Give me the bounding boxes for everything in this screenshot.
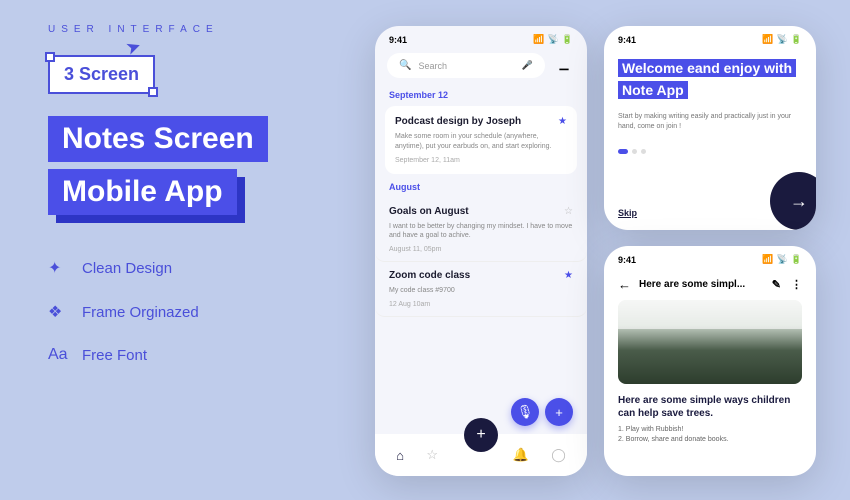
voice-note-button[interactable]: 🎙 <box>511 398 539 426</box>
note-detail-body: 1. Play with Rubbish! 2. Borrow, share a… <box>604 426 816 443</box>
phone-note-detail: 9:41 📶 📡🔋 ← Here are some simpl... ✎ ⋮ Her… <box>604 246 816 476</box>
onboarding-headline: Welcome eand enjoy with Note App <box>618 59 796 99</box>
screen-count-badge: ➤ 3 Screen <box>48 55 155 94</box>
note-body: I want to be better by changing my minds… <box>389 222 573 242</box>
onboarding-subtitle: Start by making writing easily and pract… <box>618 112 802 133</box>
status-bar: 9:41 📶 📡🔋 <box>604 26 816 53</box>
battery-icon: 🔋 <box>791 34 802 45</box>
filter-button[interactable]: ⚊ <box>553 53 575 78</box>
battery-icon: 🔋 <box>562 34 573 45</box>
battery-icon: 🔋 <box>791 254 802 265</box>
status-bar: 9:41 📶 📡🔋 <box>375 26 587 53</box>
title-line-2: Mobile App <box>48 169 237 215</box>
nav-notifications[interactable]: 🔔 <box>513 447 529 463</box>
note-date: 12 Aug 10am <box>389 301 573 308</box>
search-placeholder: Search <box>418 61 447 71</box>
signal-icon: 📶 <box>533 34 544 45</box>
note-card[interactable]: Podcast design by Joseph ★ Make some room… <box>385 106 577 174</box>
feature-free-font: AaFree Font <box>48 346 348 364</box>
search-icon: 🔍 <box>399 60 411 71</box>
note-body: Make some room in your schedule (anywher… <box>395 132 567 152</box>
note-detail-title: Here are some simple ways children can h… <box>604 384 816 426</box>
signal-icon: 📶 <box>762 254 773 265</box>
note-card[interactable]: Zoom code class ★ My code class #9700 12 … <box>375 262 587 317</box>
status-time: 9:41 <box>389 35 407 45</box>
back-button[interactable]: ← <box>618 277 631 292</box>
status-bar: 9:41 📶 📡🔋 <box>604 246 816 273</box>
status-time: 9:41 <box>618 255 636 265</box>
font-icon: Aa <box>48 346 68 364</box>
note-title: Goals on August <box>389 206 469 217</box>
title-block: Notes Screen Mobile App <box>48 116 348 222</box>
title-line-1: Notes Screen <box>48 116 268 162</box>
note-date: August 11, 05pm <box>389 246 573 253</box>
status-icons: 📶 📡🔋 <box>762 34 802 45</box>
nav-profile[interactable]: ◯ <box>551 447 566 463</box>
phone-onboarding: 9:41 📶 📡🔋 Welcome eand enjoy with Note Ap… <box>604 26 816 230</box>
wifi-icon: 📡 <box>777 34 788 45</box>
more-icon[interactable]: ⋮ <box>791 278 802 291</box>
signal-icon: 📶 <box>762 34 773 45</box>
star-outline-icon[interactable]: ☆ <box>564 206 573 217</box>
eyebrow-text: USER INTERFACE <box>48 24 348 35</box>
sparkle-icon: ✦ <box>48 258 68 278</box>
section-label: August <box>375 182 587 192</box>
mic-icon[interactable]: 🎤 <box>522 60 533 71</box>
note-cover-image <box>618 300 802 384</box>
page-indicator <box>618 149 802 154</box>
feature-clean-design: ✦Clean Design <box>48 258 348 278</box>
wifi-icon: 📡 <box>548 34 559 45</box>
status-icons: 📶 📡🔋 <box>533 34 573 45</box>
section-label: September 12 <box>375 90 587 100</box>
note-title: Zoom code class <box>389 270 470 281</box>
edit-icon[interactable]: ✎ <box>772 278 781 291</box>
detail-header-title: Here are some simpl... <box>639 279 764 290</box>
skip-button[interactable]: Skip <box>618 208 637 218</box>
nav-home[interactable]: ⌂ <box>396 448 404 463</box>
note-body: My code class #9700 <box>389 286 573 296</box>
layers-icon: ❖ <box>48 302 68 322</box>
note-card[interactable]: Goals on August ☆ I want to be better by … <box>375 198 587 263</box>
create-button[interactable]: + <box>464 418 498 452</box>
note-date: September 12, 11am <box>395 157 567 164</box>
note-title: Podcast design by Joseph <box>395 116 521 127</box>
star-icon[interactable]: ★ <box>558 116 567 127</box>
search-input[interactable]: 🔍 Search 🎤 <box>387 53 545 78</box>
next-button[interactable]: → <box>770 172 816 230</box>
status-icons: 📶 📡🔋 <box>762 254 802 265</box>
add-note-button[interactable]: + <box>545 398 573 426</box>
feature-frame-organized: ❖Frame Orginazed <box>48 302 348 322</box>
phone-notes-list: 9:41 📶 📡🔋 🔍 Search 🎤 ⚊ September 12 Podca… <box>375 26 587 476</box>
status-time: 9:41 <box>618 35 636 45</box>
star-icon[interactable]: ★ <box>564 270 573 281</box>
wifi-icon: 📡 <box>777 254 788 265</box>
nav-favorites[interactable]: ☆ <box>426 447 438 463</box>
